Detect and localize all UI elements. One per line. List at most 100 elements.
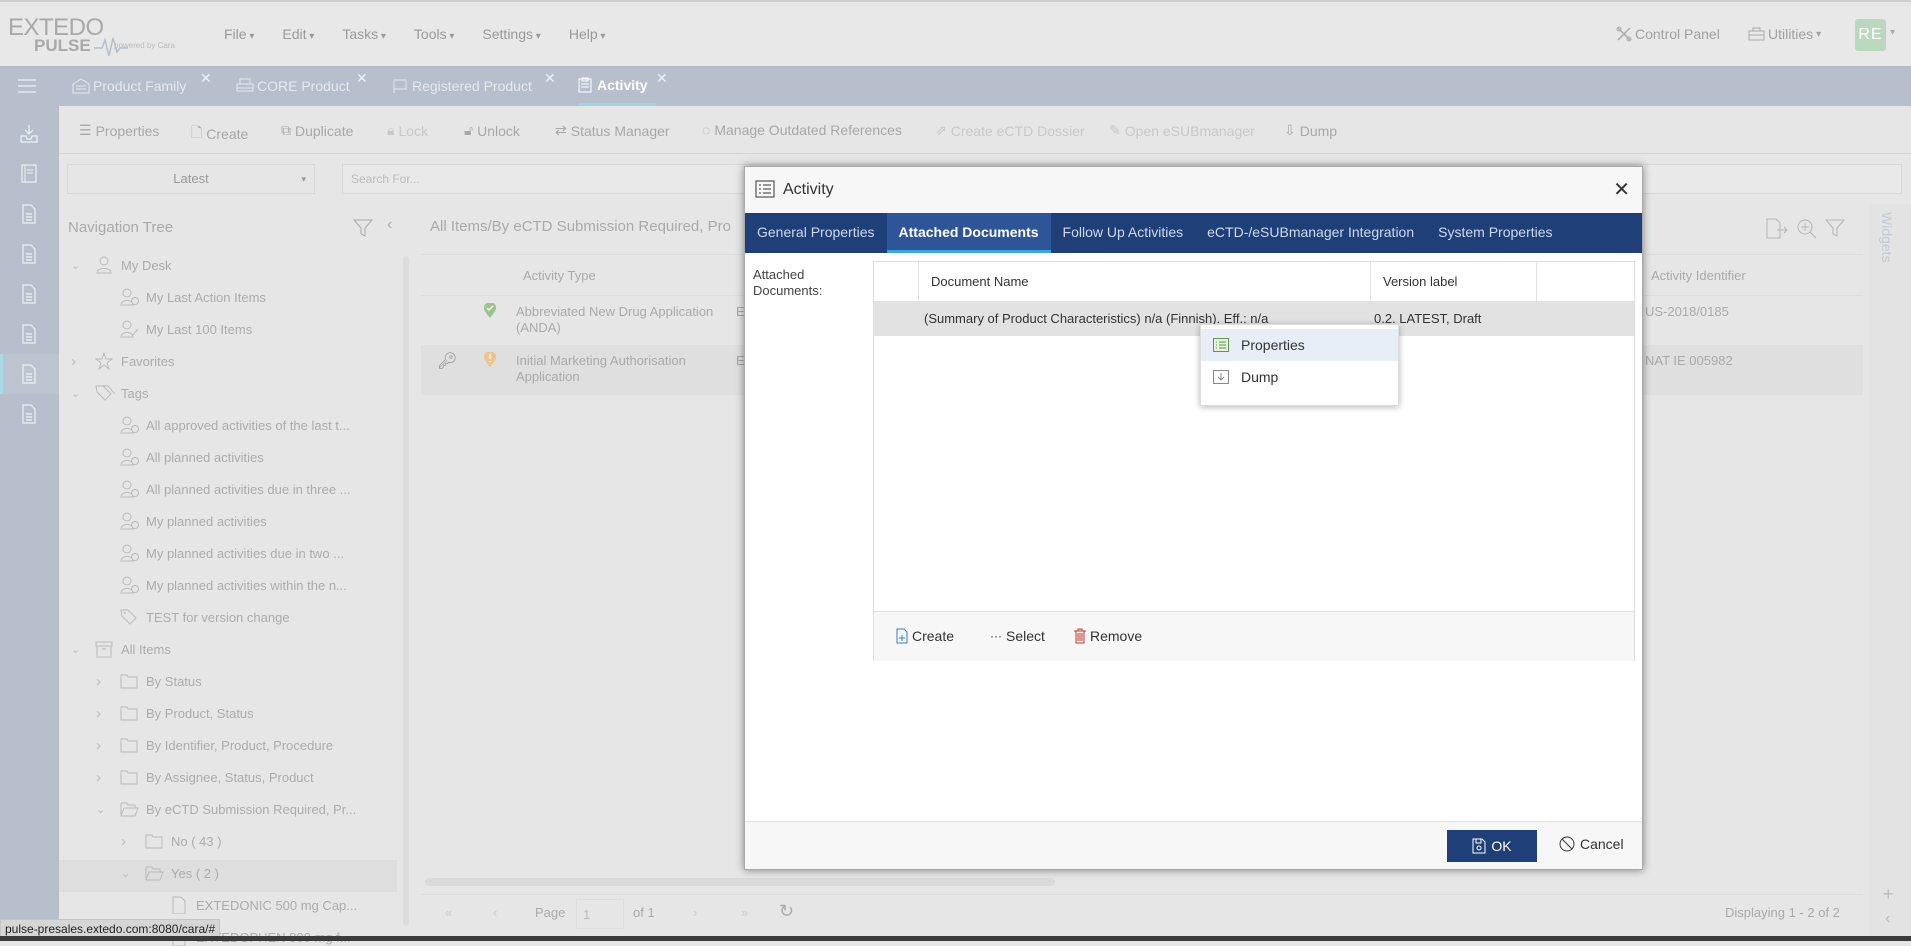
horizontal-scrollbar[interactable]: [425, 878, 1055, 886]
create-document-button[interactable]: Create: [896, 628, 954, 644]
chevron-right-icon[interactable]: ›: [96, 705, 110, 722]
close-icon[interactable]: ✕: [1613, 177, 1630, 202]
chevron-down-icon[interactable]: ⌄: [96, 803, 110, 816]
tab-core-product[interactable]: CORE Product ✕: [236, 66, 368, 106]
tree-item[interactable]: ⌄ By eCTD Submission Required, Pr...: [96, 800, 356, 818]
chevron-right-icon[interactable]: ›: [96, 769, 110, 786]
chevron-right-icon[interactable]: ›: [71, 353, 85, 370]
context-menu-properties[interactable]: Properties: [1201, 329, 1398, 361]
tab-general-properties[interactable]: General Properties: [745, 213, 887, 253]
widgets-panel[interactable]: Widgets + ‹: [1869, 204, 1911, 941]
book-icon[interactable]: [20, 164, 38, 184]
tree-item[interactable]: My planned activities: [96, 512, 267, 530]
tree-item[interactable]: ⌄ Tags: [71, 384, 148, 402]
page-input[interactable]: 1: [576, 899, 624, 929]
document-icon[interactable]: [20, 364, 38, 384]
unlock-button[interactable]: 🔓︎ Unlock: [464, 122, 520, 139]
menu-edit[interactable]: Edit: [282, 26, 314, 42]
tab-system-properties[interactable]: System Properties: [1426, 213, 1564, 253]
open-esubmanager-button[interactable]: ✎ Open eSUBmanager: [1109, 122, 1255, 139]
last-page-icon[interactable]: »: [741, 905, 748, 920]
chevron-right-icon[interactable]: ›: [96, 737, 110, 754]
properties-button[interactable]: ☰ Properties: [79, 122, 159, 139]
expand-widgets-icon[interactable]: ‹: [1885, 910, 1890, 928]
first-page-icon[interactable]: «: [445, 905, 452, 920]
column-document-name[interactable]: Document Name: [918, 262, 1370, 302]
version-select[interactable]: Latest ▾: [67, 164, 315, 194]
utilities-menu[interactable]: Utilities ▾: [1748, 26, 1821, 42]
filter-icon[interactable]: [353, 218, 373, 238]
tree-item[interactable]: TEST for version change: [96, 608, 290, 626]
tab-ectd-esubmanager-integration[interactable]: eCTD-/eSUBmanager Integration: [1195, 213, 1426, 253]
close-tab-icon[interactable]: ✕: [356, 70, 368, 87]
menu-settings[interactable]: Settings: [482, 26, 540, 42]
avatar-chevron-icon[interactable]: ▾: [1890, 27, 1895, 38]
tree-item[interactable]: All approved activities of the last t...: [96, 416, 350, 434]
tab-follow-up-activities[interactable]: Follow Up Activities: [1051, 213, 1196, 253]
create-ectd-dossier-button[interactable]: ⇗ Create eCTD Dossier: [935, 122, 1085, 139]
tree-item[interactable]: My planned activities due in two ...: [96, 544, 344, 562]
manage-outdated-references-button[interactable]: ◌ Manage Outdated References: [702, 122, 902, 138]
close-tab-icon[interactable]: ✕: [656, 70, 668, 87]
tree-item[interactable]: All planned activities: [96, 448, 264, 466]
close-tab-icon[interactable]: ✕: [544, 70, 556, 87]
control-panel-button[interactable]: Control Panel: [1616, 26, 1720, 42]
collapse-panel-icon[interactable]: ‹: [387, 216, 392, 234]
tree-item[interactable]: ⌄ Yes ( 2 ): [121, 864, 219, 882]
cancel-button[interactable]: Cancel: [1559, 836, 1624, 852]
export-icon[interactable]: [1765, 218, 1789, 240]
column-activity-type[interactable]: Activity Type: [523, 268, 596, 283]
document-icon[interactable]: [20, 284, 38, 304]
select-document-button[interactable]: ··· Select: [990, 628, 1045, 644]
ok-button[interactable]: OK: [1447, 830, 1537, 862]
tree-item[interactable]: › By Status: [96, 672, 202, 690]
create-button[interactable]: 🗋 Create: [191, 122, 248, 146]
tree-item[interactable]: EXTEDONIC 500 mg Cap...: [146, 896, 357, 914]
filter-icon[interactable]: [1825, 218, 1845, 238]
app-logo[interactable]: EXTEDO PULSE powered by Cara: [8, 14, 208, 57]
menu-help[interactable]: Help: [569, 26, 606, 42]
menu-tasks[interactable]: Tasks: [342, 26, 386, 42]
dump-button[interactable]: ⇩ Dump: [1284, 122, 1337, 139]
tree-item[interactable]: My Last 100 Items: [96, 320, 252, 338]
tab-registered-product[interactable]: Registered Product ✕: [392, 66, 556, 106]
tree-item[interactable]: › Favorites: [71, 352, 174, 370]
tree-item[interactable]: ⌄ All Items: [71, 640, 171, 658]
column-version-label[interactable]: Version label: [1370, 262, 1536, 302]
chevron-down-icon[interactable]: ⌄: [71, 643, 85, 656]
add-widget-icon[interactable]: +: [1883, 884, 1894, 905]
tree-item[interactable]: All planned activities due in three ...: [96, 480, 351, 498]
chevron-right-icon[interactable]: ›: [96, 673, 110, 690]
document-icon[interactable]: [20, 324, 38, 344]
nav-scrollbar[interactable]: [403, 256, 409, 926]
remove-document-button[interactable]: Remove: [1074, 628, 1142, 644]
tree-item[interactable]: › No ( 43 ): [121, 832, 222, 850]
tab-attached-documents[interactable]: Attached Documents: [886, 213, 1051, 253]
zoom-in-icon[interactable]: [1796, 218, 1818, 240]
duplicate-button[interactable]: ⧉ Duplicate: [281, 122, 353, 139]
prev-page-icon[interactable]: ‹: [493, 905, 497, 920]
hamburger-menu-icon[interactable]: [18, 78, 36, 94]
document-icon[interactable]: [20, 204, 38, 224]
status-manager-button[interactable]: ⇄ Status Manager: [555, 122, 670, 139]
document-icon[interactable]: [20, 244, 38, 264]
tree-item[interactable]: › By Product, Status: [96, 704, 254, 722]
tree-item[interactable]: My planned activities within the n...: [96, 576, 347, 594]
document-icon[interactable]: [20, 404, 38, 424]
refresh-icon[interactable]: ↻: [779, 901, 794, 922]
chevron-right-icon[interactable]: ›: [121, 833, 135, 850]
tree-item[interactable]: My Last Action Items: [96, 288, 266, 306]
column-activity-identifier[interactable]: Activity Identifier: [1651, 268, 1746, 283]
user-avatar[interactable]: RE: [1855, 19, 1886, 51]
context-menu-dump[interactable]: Dump: [1201, 361, 1398, 393]
tab-product-family[interactable]: Product Family ✕: [72, 66, 212, 106]
tab-activity[interactable]: Activity ✕: [578, 66, 668, 106]
tree-item[interactable]: ⌄ My Desk: [71, 256, 172, 274]
lock-button[interactable]: 🔒︎ Lock: [387, 122, 428, 139]
menu-tools[interactable]: Tools: [414, 26, 455, 42]
close-tab-icon[interactable]: ✕: [200, 70, 212, 87]
inbox-download-icon[interactable]: [20, 124, 38, 144]
chevron-down-icon[interactable]: ⌄: [121, 867, 135, 880]
tree-item[interactable]: › By Assignee, Status, Product: [96, 768, 314, 786]
tree-item[interactable]: › By Identifier, Product, Procedure: [96, 736, 333, 754]
